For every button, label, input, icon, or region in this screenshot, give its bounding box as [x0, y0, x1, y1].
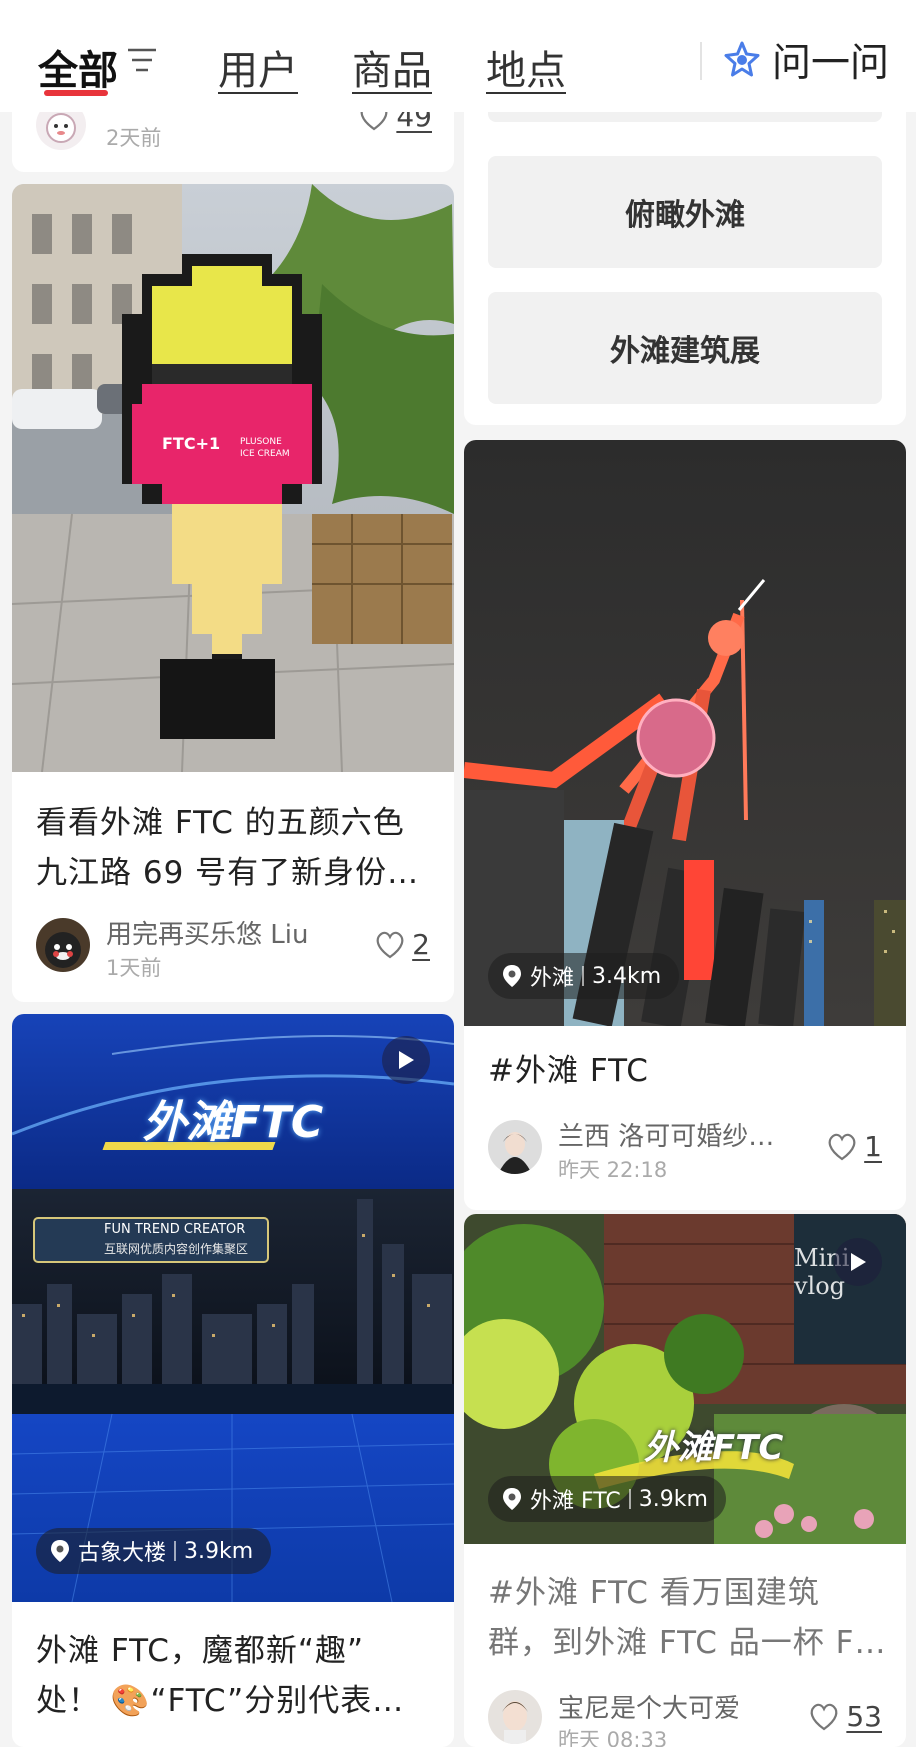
location-name: 外滩 FTC: [530, 1489, 621, 1514]
post-image-icecream-sign[interactable]: FTC+1 PLUSONE ICE CREAM: [12, 184, 454, 772]
location-pin-icon: [503, 965, 521, 987]
heart-icon: [828, 1133, 856, 1160]
location-pin-icon: [503, 1488, 521, 1510]
post-video-cover-ftc[interactable]: 外滩FTC FUN TREND CREATOR 互联网优质内容创作集聚区: [12, 1014, 454, 1602]
location-distance: 3.9km: [184, 1538, 254, 1564]
post-time: 1天前: [106, 956, 162, 980]
tab-products[interactable]: 商品: [352, 38, 432, 96]
avatar[interactable]: [488, 1120, 542, 1174]
username[interactable]: 宝尼是个大可爱: [558, 1688, 740, 1725]
post-time: 昨天 22:18: [558, 1158, 668, 1182]
like-count: 2: [412, 928, 430, 961]
image-logo-text: 外滩FTC: [142, 1097, 324, 1148]
svg-text:ICE CREAM: ICE CREAM: [240, 449, 290, 459]
like-count: 1: [864, 1130, 882, 1163]
header-divider: [700, 42, 702, 80]
like-button[interactable]: 53: [808, 1700, 882, 1733]
left-card-1[interactable]: FTC+1 PLUSONE ICE CREAM 看看外滩 FTC 的五颜六色 九…: [12, 184, 454, 1002]
location-tag[interactable]: 外滩 FTC 3.9km: [488, 1476, 726, 1522]
top-tab-bar: 全部 用户 商品 地点 问一问: [0, 0, 916, 112]
right-card-1[interactable]: 外滩 3.4km #外滩 FTC 兰西 洛可可婚纱… 昨天 22:18 1: [464, 440, 906, 1210]
location-separator: [628, 1489, 631, 1509]
tab-users[interactable]: 用户: [218, 38, 298, 96]
image-banner-cn: 互联网优质内容创作集聚区: [104, 1242, 249, 1256]
like-button[interactable]: 1: [826, 1130, 882, 1163]
post-title-line-1[interactable]: 外滩 FTC，魔都新“趣”: [36, 1626, 436, 1676]
location-tag[interactable]: 古象大楼 3.9km: [36, 1528, 272, 1574]
location-distance: 3.9km: [638, 1486, 708, 1512]
active-tab-indicator: [44, 90, 108, 96]
post-title-line-2[interactable]: 处！ 🎨“FTC”分别代表…: [36, 1676, 436, 1726]
svg-text:PLUSONE: PLUSONE: [240, 437, 282, 447]
location-name: 外滩: [530, 966, 575, 991]
post-time: 2天前: [106, 126, 162, 150]
ask-button[interactable]: 问一问: [722, 36, 889, 86]
avatar[interactable]: [488, 1690, 542, 1744]
like-button[interactable]: 2: [374, 928, 430, 961]
location-tag[interactable]: 外滩 3.4km: [488, 953, 680, 999]
left-card-2[interactable]: 外滩FTC FUN TREND CREATOR 互联网优质内容创作集聚区 古象大…: [12, 1014, 454, 1747]
image-banner-en: FUN TREND CREATOR: [104, 1222, 246, 1237]
image-logo-text: 外滩FTC: [644, 1428, 784, 1468]
tab-all[interactable]: 全部: [38, 38, 118, 96]
play-icon[interactable]: [834, 1238, 882, 1286]
post-title-line-1[interactable]: 看看外滩 FTC 的五颜六色: [36, 798, 436, 848]
svg-text:FTC+1: FTC+1: [162, 434, 220, 453]
location-separator: [174, 1541, 177, 1561]
ask-star-icon: [724, 41, 760, 77]
post-time: 昨天 08:33: [558, 1728, 668, 1747]
location-name: 古象大楼: [78, 1541, 167, 1566]
right-card-2[interactable]: Mini vlog 外滩FTC 外滩 FTC 3.9km #外滩 FTC 看万国…: [464, 1214, 906, 1747]
location-distance: 3.4km: [592, 963, 662, 989]
post-image-oriental-pearl-tower[interactable]: [464, 440, 906, 1026]
avatar[interactable]: [36, 918, 90, 972]
post-title-line-2[interactable]: 群，到外滩 FTC 品一杯 F…: [488, 1618, 888, 1668]
username[interactable]: 兰西 洛可可婚纱…: [558, 1116, 774, 1153]
tab-places[interactable]: 地点: [486, 38, 566, 96]
like-count: 53: [846, 1700, 882, 1733]
location-pin-icon: [51, 1540, 69, 1562]
heart-icon: [376, 931, 404, 958]
post-title-line-2[interactable]: 九江路 69 号有了新身份…: [36, 848, 436, 898]
post-title[interactable]: #外滩 FTC: [488, 1046, 888, 1096]
filter-icon[interactable]: [126, 47, 158, 73]
play-icon[interactable]: [382, 1036, 430, 1084]
location-separator: [582, 966, 585, 986]
ask-label: 问一问: [772, 41, 890, 86]
heart-icon: [810, 1703, 838, 1730]
chip-overlook-bund[interactable]: 俯瞰外滩: [488, 156, 882, 268]
post-title-line-1[interactable]: #外滩 FTC 看万国建筑: [488, 1568, 888, 1618]
chip-bund-architecture-exhibition[interactable]: 外滩建筑展: [488, 292, 882, 404]
username[interactable]: 用完再买乐悠 Liu: [106, 914, 308, 951]
